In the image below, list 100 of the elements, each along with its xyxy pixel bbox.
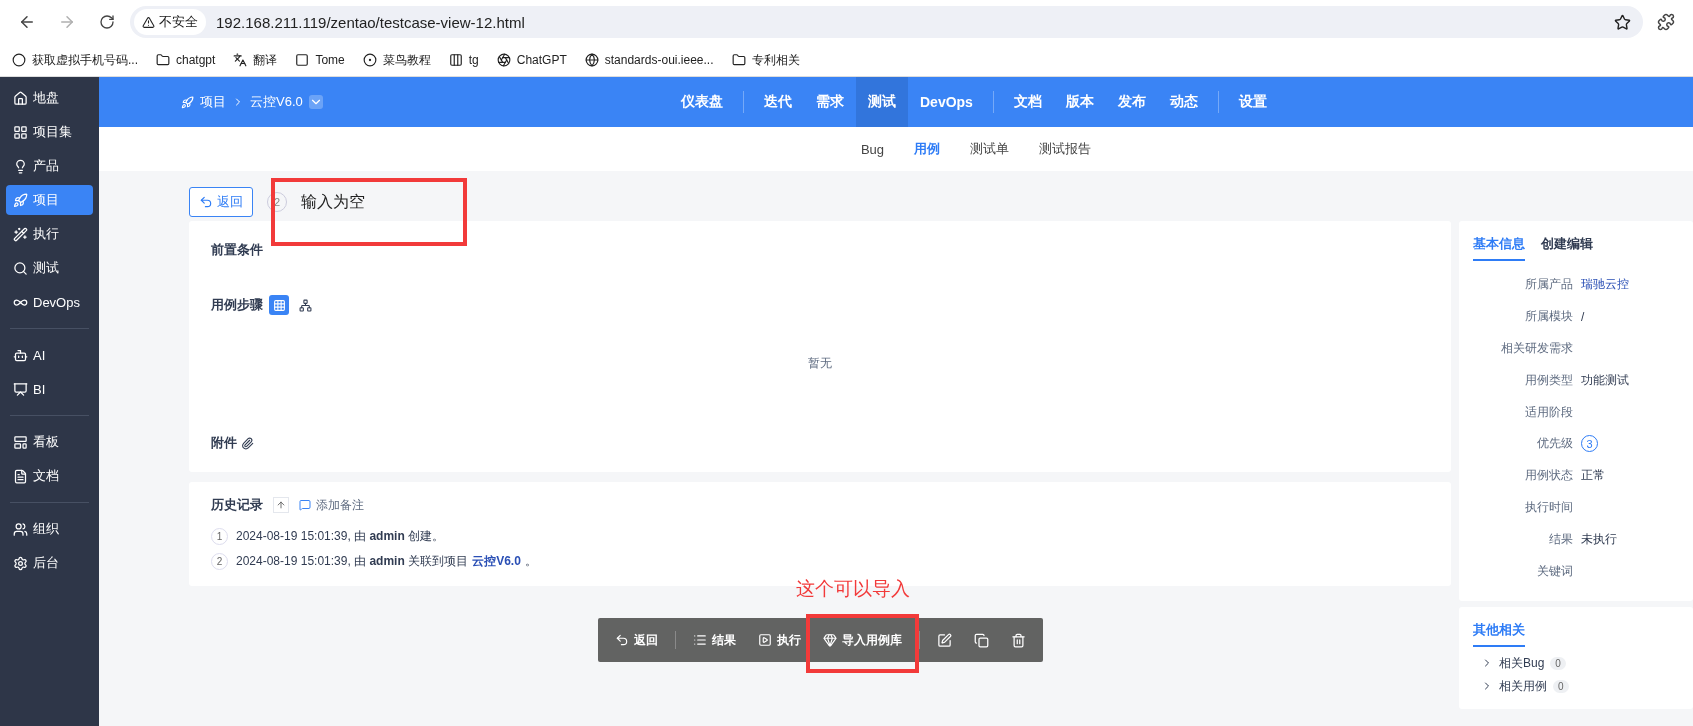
back-button[interactable]: 返回 [189,187,253,217]
sidebar-item[interactable]: 项目 [6,185,93,215]
nav-tab[interactable]: DevOps [908,77,985,127]
sub-tab[interactable]: 测试单 [970,140,1010,158]
field-value: 功能测试 [1581,371,1630,389]
related-item[interactable]: 相关Bug 0 [1481,654,1693,672]
field-label: 所属产品 [1524,276,1573,294]
bookmark-label: chatgpt [176,53,216,67]
bookmark-icon [295,53,310,67]
count-badge: 0 [1550,656,1566,670]
bookmark[interactable]: tg [448,53,479,67]
field-label: 相关研发需求 [1500,340,1573,357]
field-label: 执行时间 [1524,498,1573,516]
nav-tab[interactable]: 需求 [804,77,856,127]
nav-tab[interactable]: 文档 [1001,77,1054,127]
tree-icon [298,298,312,312]
sidebar-icon [13,124,28,140]
bookmark-icon [362,53,377,67]
arrow-up-icon [276,500,286,510]
sidebar-icon [13,555,28,571]
sidebar-item[interactable]: 看板 [6,427,93,457]
url-text: 192.168.211.119/zentao/testcase-view-12.html [216,13,526,31]
bookmark[interactable]: 专利相关 [731,51,800,69]
panel-tab[interactable]: 基本信息 [1473,235,1525,261]
history-entry: 2024-08-19 15:01:39, 由 admin 创建。 [236,528,445,545]
toolbar-button[interactable]: 结果 [683,624,745,656]
dropdown-caret-icon[interactable] [308,95,323,109]
add-note-link[interactable]: 添加备注 [299,496,364,514]
table-view-button[interactable] [269,295,289,315]
sidebar-item[interactable]: 地盘 [6,83,93,113]
sidebar-item[interactable]: 执行 [6,219,93,249]
sort-button[interactable] [273,497,289,513]
bookmark-icon [731,53,746,67]
bookmark-label: 菜鸟教程 [382,51,431,69]
field-label: 用例状态 [1524,467,1573,485]
play-icon [757,633,772,647]
bookmark[interactable]: standards-oui.ieee... [584,53,714,67]
sidebar-icon [13,347,28,363]
history-entry: 2024-08-19 15:01:39, 由 admin 关联到项目 云控V6.0 。 [236,553,537,570]
copy-icon [973,632,989,648]
bookmark-label: standards-oui.ieee... [604,53,714,67]
sub-tab[interactable]: 用例 [914,140,941,158]
reload-icon [99,14,115,30]
nav-tab[interactable]: 迭代 [752,77,804,127]
bookmark[interactable]: ChatGPT [496,53,567,67]
bookmark[interactable]: 菜鸟教程 [362,51,431,69]
toolbar-button[interactable]: 执行 [748,624,810,656]
panel-tab[interactable]: 其他相关 [1473,620,1525,647]
nav-tab[interactable]: 发布 [1105,77,1158,127]
bookmark[interactable]: Tome [295,53,345,67]
panel-tab[interactable]: 创建编辑 [1541,235,1593,261]
address-bar[interactable]: 不安全 192.168.211.119/zentao/testcase-view-12.html [130,6,1643,38]
bookmark[interactable]: chatgpt [156,53,216,67]
trash-icon [1010,632,1026,648]
nav-tab[interactable]: 仪表盘 [669,77,735,127]
comment-icon [299,499,311,511]
sidebar-icon [13,260,28,276]
field-link[interactable]: 瑞驰云控 [1581,276,1693,294]
project-link[interactable]: 云控V6.0 [472,554,521,568]
nav-tab[interactable]: 动态 [1157,77,1210,127]
bookmark-label: Tome [315,53,345,67]
breadcrumb-item[interactable]: 云控V6.0 [250,93,303,111]
sidebar-icon [13,434,28,450]
sidebar-item[interactable]: 组织 [6,514,93,544]
bookmark-icon [496,53,511,67]
empty-text: 暂无 [808,356,832,370]
bookmark-icon [12,53,26,67]
bookmark-label: 获取虚拟手机号码... [32,51,138,69]
sidebar-icon [13,90,28,106]
sidebar-item[interactable]: DevOps [6,287,93,317]
sidebar-item[interactable]: 测试 [6,253,93,283]
sidebar-icon [13,226,28,242]
breadcrumb-item[interactable]: 项目 [200,93,226,111]
bookmark-icon [448,53,463,67]
bookmark[interactable]: 翻译 [233,51,278,69]
sidebar-icon [13,381,28,397]
field-label: 适用阶段 [1524,403,1573,421]
bookmark[interactable]: 获取虚拟手机号码... [12,51,138,69]
sidebar-item[interactable]: 后台 [6,548,93,578]
sidebar-item[interactable]: AI [6,340,93,370]
toolbar-button[interactable]: 导入用例库 [813,624,911,656]
sidebar-item[interactable]: 项目集 [6,117,93,147]
nav-tab[interactable]: 测试 [856,77,908,127]
field-value: 正常 [1581,467,1606,485]
sidebar-item[interactable]: 产品 [6,151,93,181]
sub-tab[interactable]: 测试报告 [1039,140,1092,158]
edit-icon [936,632,952,648]
sidebar-icon [13,468,28,484]
nav-tab[interactable]: 设置 [1226,77,1279,127]
undo-icon [614,633,629,647]
sub-tab[interactable]: Bug [860,141,885,157]
related-item[interactable]: 相关用例 0 [1481,677,1693,695]
bookmark-label: 专利相关 [751,51,800,69]
grid-icon [272,298,286,312]
security-chip[interactable]: 不安全 [134,9,206,35]
sidebar-item[interactable]: BI [6,374,93,404]
sidebar-item[interactable]: 文档 [6,461,93,491]
nav-tab[interactable]: 版本 [1053,77,1106,127]
rocket-icon [181,95,194,109]
toolbar-button[interactable]: 返回 [605,624,667,656]
